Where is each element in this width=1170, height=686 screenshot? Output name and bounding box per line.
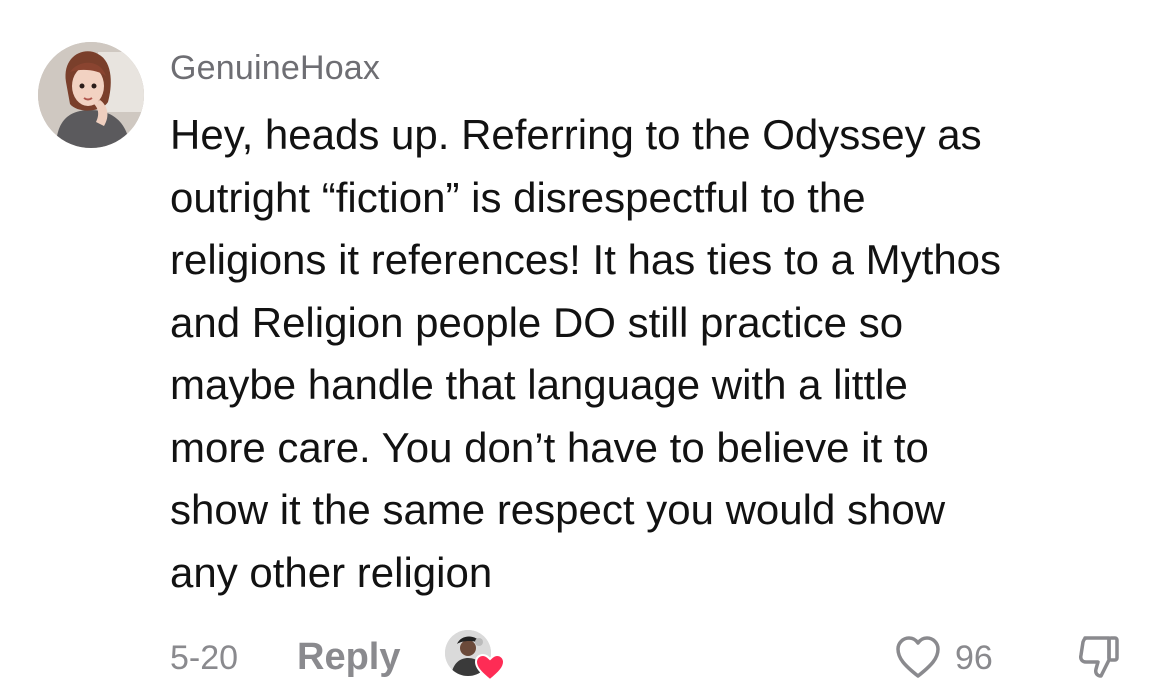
comment-line: show it the same respect you would show xyxy=(170,486,946,533)
comment-body: Hey, heads up. Referring to the Odyssey … xyxy=(170,104,1150,604)
comment-line: and Religion people DO still practice so xyxy=(170,298,904,346)
user-avatar[interactable] xyxy=(38,42,144,148)
heart-outline-icon[interactable] xyxy=(894,634,942,680)
comment-line: any other religion xyxy=(170,548,493,596)
reply-button[interactable]: Reply xyxy=(297,635,400,679)
comment-line: religions it references! It has ties to … xyxy=(170,236,1002,283)
comment-line: maybe handle that language with a little xyxy=(170,361,908,408)
thumbs-down-icon[interactable] xyxy=(1075,632,1123,680)
comment-date: 5-20 xyxy=(170,639,239,677)
comment: GenuineHoax Hey, heads up. Referring to … xyxy=(0,0,1170,685)
comment-line: Hey, heads up. Referring to the Odyssey … xyxy=(170,111,982,158)
avatar-image xyxy=(38,42,144,148)
creator-liked-badge xyxy=(445,630,505,686)
like-count: 96 xyxy=(955,639,993,677)
username[interactable]: GenuineHoax xyxy=(170,46,380,90)
comment-footer: 5-20 Reply 96 xyxy=(170,630,1150,686)
comment-line: more care. You don’t have to believe it … xyxy=(170,423,929,471)
heart-filled-icon xyxy=(475,654,505,682)
comment-line: outright “fiction” is disrespectful to t… xyxy=(170,173,866,221)
